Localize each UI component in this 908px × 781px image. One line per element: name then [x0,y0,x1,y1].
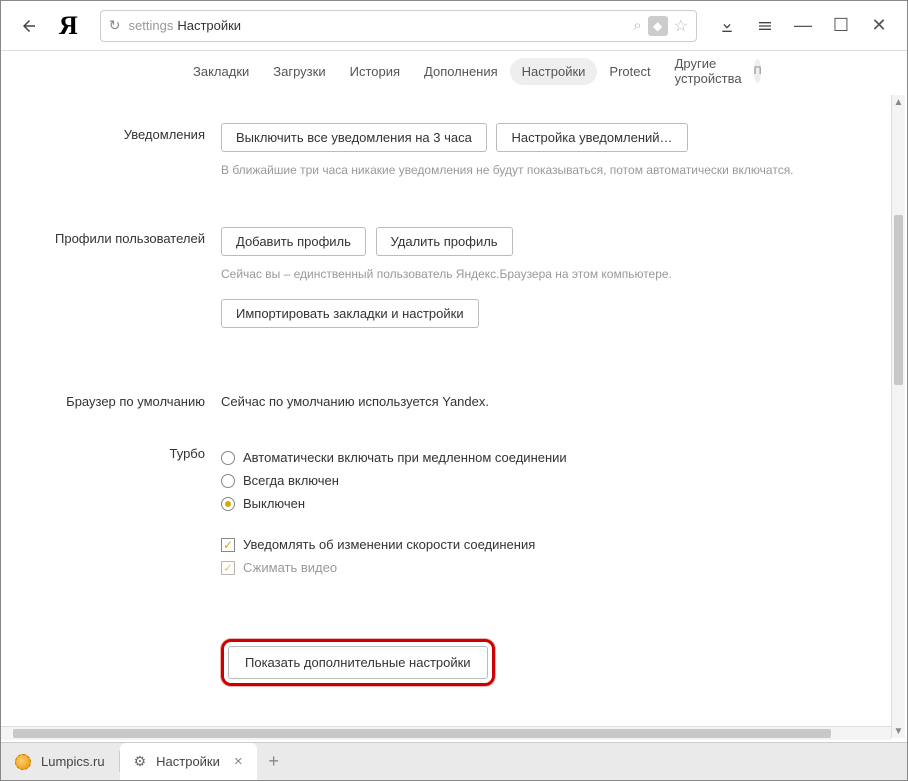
maximize-icon: ☐ [833,15,849,36]
browser-tabbar: Lumpics.ru ⚙ Настройки × + [1,742,907,780]
browser-toolbar: Я ↻ settings Настройки ⌕ ◆ ☆ — ☐ ✕ [1,1,907,51]
turbo-opt-off-label: Выключен [243,496,305,511]
default-browser-text: Сейчас по умолчанию используется Yandex. [221,390,867,409]
turbo-check-compress-label: Сжимать видео [243,560,337,575]
turbo-radio-always[interactable]: Всегда включен [221,473,867,488]
downloads-button[interactable] [711,10,743,42]
turbo-radio-off[interactable]: Выключен [221,496,867,511]
turbo-check-notify[interactable]: Уведомлять об изменении скорости соедине… [221,537,867,552]
shield-icon[interactable]: ◆ [648,16,668,36]
tab-title: Настройки [156,754,220,769]
scrollbar-thumb[interactable] [894,215,903,385]
browser-logo: Я [59,11,78,41]
window-maximize[interactable]: ☐ [825,10,857,42]
section-label-default-browser: Браузер по умолчанию [41,390,221,411]
address-prefix: settings [129,18,174,33]
nav-bookmarks[interactable]: Закладки [181,58,261,85]
scroll-down-arrow-icon[interactable]: ▼ [892,724,905,738]
notification-settings-button[interactable]: Настройка уведомлений… [496,123,687,152]
section-label-turbo: Турбо [41,442,221,583]
remove-profile-button[interactable]: Удалить профиль [376,227,513,256]
radio-icon [221,474,235,488]
notifications-hint: В ближайшие три часа никакие уведомления… [221,162,867,179]
import-bookmarks-button[interactable]: Импортировать закладки и настройки [221,299,479,328]
hamburger-icon [757,18,773,34]
gear-icon: ⚙ [134,753,147,770]
arrow-left-icon [20,17,38,35]
nav-settings[interactable]: Настройки [510,58,598,85]
nav-other-devices[interactable]: Другие устройства [663,50,754,92]
turbo-opt-always-label: Всегда включен [243,473,339,488]
nav-overflow-badge[interactable]: П [754,59,762,83]
address-bar-right: ⌕ ◆ ☆ [633,16,688,36]
profiles-hint: Сейчас вы – единственный пользователь Ян… [221,266,867,283]
turbo-check-notify-label: Уведомлять об изменении скорости соедине… [243,537,535,552]
settings-nav: Закладки Загрузки История Дополнения Нас… [1,51,907,91]
nav-protect[interactable]: Protect [597,58,662,85]
nav-downloads[interactable]: Загрузки [261,58,337,85]
scroll-up-arrow-icon[interactable]: ▲ [892,95,905,109]
bookmark-star-icon[interactable]: ☆ [674,16,688,36]
window-minimize[interactable]: — [787,10,819,42]
tab-title: Lumpics.ru [41,754,105,769]
close-icon: ✕ [871,15,886,36]
turbo-opt-auto-label: Автоматически включать при медленном сое… [243,450,567,465]
section-label-notifications: Уведомления [41,123,221,195]
disable-notifications-button[interactable]: Выключить все уведомления на 3 часа [221,123,487,152]
turbo-check-compress: Сжимать видео [221,560,867,575]
tab-close-icon[interactable]: × [234,753,243,770]
menu-button[interactable] [749,10,781,42]
checkbox-icon-checked [221,538,235,552]
vertical-scrollbar[interactable]: ▲ ▼ [891,95,905,738]
add-profile-button[interactable]: Добавить профиль [221,227,366,256]
annotation-highlight: Показать дополнительные настройки [221,639,495,686]
reload-icon[interactable]: ↻ [109,17,121,34]
address-bar[interactable]: ↻ settings Настройки ⌕ ◆ ☆ [100,10,697,42]
minimize-icon: — [794,15,812,36]
new-tab-button[interactable]: + [257,743,291,780]
turbo-radio-auto[interactable]: Автоматически включать при медленном сое… [221,450,867,465]
address-title: Настройки [177,18,241,33]
back-button[interactable] [13,10,45,42]
tab-lumpics[interactable]: Lumpics.ru [1,743,119,780]
favicon-icon [15,754,31,770]
show-advanced-settings-button[interactable]: Показать дополнительные настройки [228,646,488,679]
settings-content: Уведомления Выключить все уведомления на… [1,93,907,740]
nav-history[interactable]: История [338,58,412,85]
window-close[interactable]: ✕ [863,10,895,42]
radio-icon [221,451,235,465]
checkbox-icon-disabled [221,561,235,575]
tab-settings[interactable]: ⚙ Настройки × [120,743,257,780]
plus-icon: + [268,751,279,772]
download-icon [719,18,735,34]
search-icon[interactable]: ⌕ [633,17,641,34]
radio-icon-checked [221,497,235,511]
scrollbar-thumb[interactable] [13,729,831,738]
nav-addons[interactable]: Дополнения [412,58,510,85]
section-label-profiles: Профили пользователей [41,227,221,334]
horizontal-scrollbar[interactable] [1,726,891,740]
